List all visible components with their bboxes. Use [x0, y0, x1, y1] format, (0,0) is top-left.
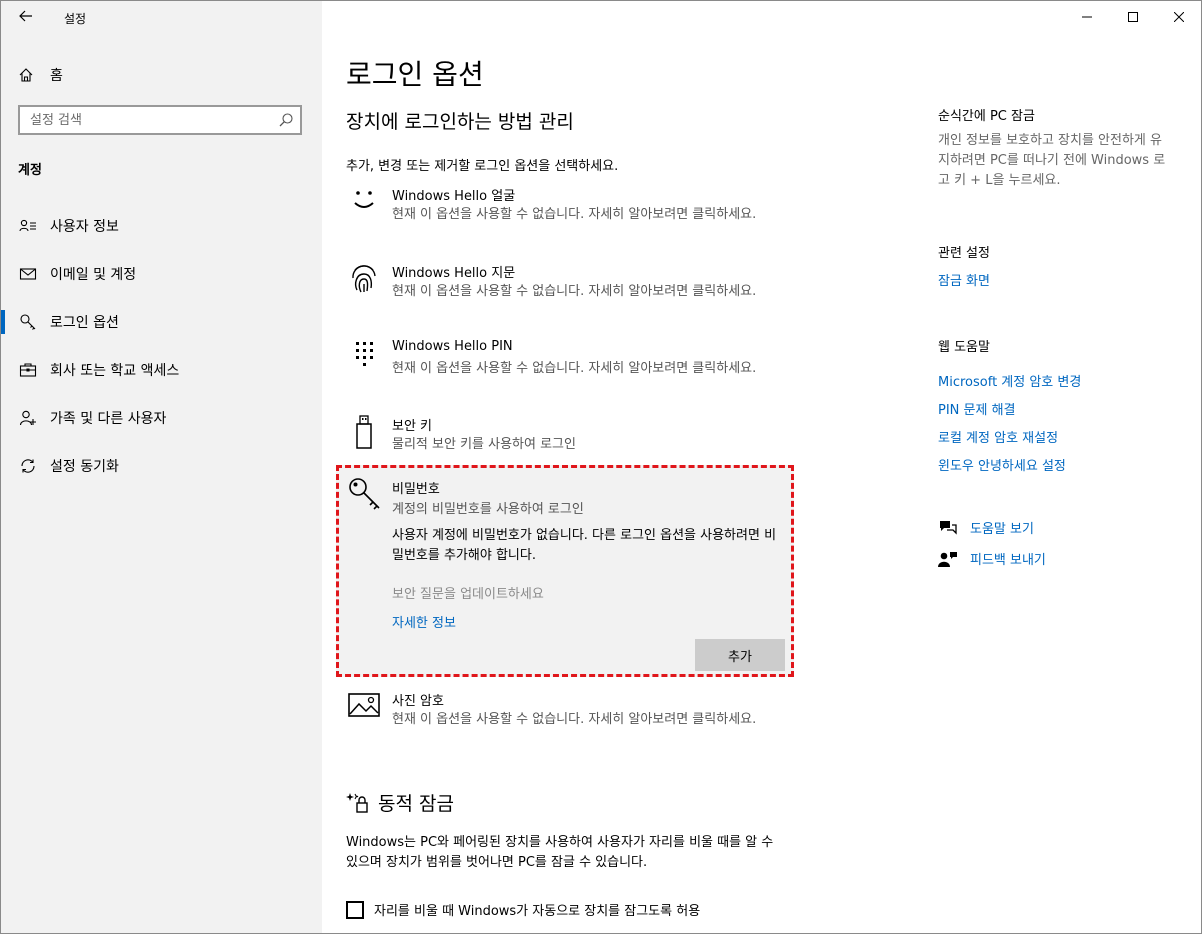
add-user-icon: [19, 409, 37, 427]
add-password-button[interactable]: 추가: [695, 639, 785, 671]
minimize-icon: [1082, 16, 1092, 18]
web-help: 웹 도움말 Microsoft 계정 암호 변경 PIN 문제 해결 로컬 계정…: [938, 336, 1188, 474]
fingerprint-icon: [346, 262, 382, 298]
option-title: 사진 암호: [392, 694, 444, 709]
password-message: 사용자 계정에 비밀번호가 없습니다. 다른 로그인 옵션을 사용하려면 비밀번…: [392, 528, 777, 563]
page-subtitle: 장치에 로그인하는 방법 관리: [346, 111, 574, 133]
sync-icon: [19, 457, 37, 475]
feedback-row[interactable]: 피드백 보내기: [938, 549, 1188, 568]
sidebar-item-email[interactable]: 이메일 및 계정: [1, 250, 322, 298]
lock-tip-title: 순식간에 PC 잠금: [938, 109, 1035, 124]
web-help-link-local-password[interactable]: 로컬 계정 암호 재설정: [938, 427, 1188, 446]
related-settings-title: 관련 설정: [938, 246, 990, 261]
sidebar-item-label: 회사 또는 학교 액세스: [50, 363, 180, 379]
back-arrow-icon: [19, 10, 32, 22]
settings-window: 설정 홈 계정 사용자 정보: [0, 0, 1202, 934]
dynamic-lock-checkbox[interactable]: [346, 900, 364, 919]
sidebar-item-label: 사용자 정보: [50, 219, 119, 235]
web-help-link-pin[interactable]: PIN 문제 해결: [938, 399, 1188, 418]
maximize-button[interactable]: [1110, 1, 1156, 33]
option-password-expanded[interactable]: 비밀번호 계정의 비밀번호를 사용하여 로그인 사용자 계정에 비밀번호가 없습…: [336, 465, 794, 677]
section-title: 계정: [18, 163, 42, 178]
sidebar-item-label: 로그인 옵션: [50, 315, 119, 331]
get-help-row[interactable]: 도움말 보기: [938, 518, 1188, 537]
web-help-link-hello-setup[interactable]: 윈도우 안녕하세요 설정: [938, 455, 1188, 474]
home-icon: [18, 67, 38, 83]
close-button[interactable]: [1156, 1, 1201, 33]
user-info-icon: [19, 217, 37, 235]
option-subtitle: 현재 이 옵션을 사용할 수 없습니다. 자세히 알아보려면 클릭하세요.: [392, 284, 757, 299]
app-title: 설정: [64, 12, 87, 26]
lock-tip: 순식간에 PC 잠금 개인 정보를 보호하고 장치를 안전하게 유지하려면 PC…: [938, 105, 1188, 191]
option-title: Windows Hello 얼굴: [392, 189, 516, 204]
learn-more-link[interactable]: 자세한 정보: [392, 612, 456, 631]
lock-tip-text: 개인 정보를 보호하고 장치를 안전하게 유지하려면 PC를 떠나기 전에 Wi…: [938, 133, 1166, 188]
sidebar-nav: 사용자 정보 이메일 및 계정 로그인 옵션 회사 또는 학교 액세스 가족 및…: [1, 202, 322, 490]
option-subtitle: 현재 이 옵션을 사용할 수 없습니다. 자세히 알아보려면 클릭하세요.: [392, 361, 757, 376]
option-title: Windows Hello 지문: [392, 266, 516, 281]
feedback-link[interactable]: 피드백 보내기: [970, 549, 1046, 568]
back-button[interactable]: [13, 6, 39, 30]
search-box[interactable]: [18, 105, 302, 135]
sidebar: 설정 홈 계정 사용자 정보: [1, 1, 322, 933]
maximize-icon: [1128, 12, 1138, 22]
search-icon[interactable]: [278, 112, 294, 132]
briefcase-icon: [19, 361, 37, 379]
sidebar-item-family[interactable]: 가족 및 다른 사용자: [1, 394, 322, 442]
security-questions-link: 보안 질문을 업데이트하세요: [392, 587, 544, 602]
dynamic-lock-icon: [346, 791, 370, 815]
dynamic-lock-description: Windows는 PC와 페어링된 장치를 사용하여 사용자가 자리를 비울 때…: [346, 835, 774, 870]
dynamic-lock-title-row: 동적 잠금: [346, 789, 454, 816]
dynamic-lock-checkbox-row[interactable]: 자리를 비울 때 Windows가 자동으로 장치를 잠그도록 허용: [346, 900, 700, 919]
home-nav[interactable]: 홈: [18, 65, 63, 85]
sidebar-item-label: 설정 동기화: [50, 459, 119, 475]
sidebar-item-user-info[interactable]: 사용자 정보: [1, 202, 322, 250]
option-title: 비밀번호: [392, 482, 440, 497]
option-subtitle: 현재 이 옵션을 사용할 수 없습니다. 자세히 알아보려면 클릭하세요.: [392, 207, 757, 222]
dynamic-lock-title: 동적 잠금: [378, 793, 454, 815]
minimize-button[interactable]: [1064, 1, 1110, 33]
option-title: Windows Hello PIN: [392, 339, 513, 354]
mail-icon: [19, 265, 37, 283]
help-chat-icon: [938, 519, 960, 537]
get-help-link[interactable]: 도움말 보기: [970, 518, 1034, 537]
option-subtitle: 현재 이 옵션을 사용할 수 없습니다. 자세히 알아보려면 클릭하세요.: [392, 712, 757, 727]
lock-screen-link[interactable]: 잠금 화면: [938, 270, 1188, 289]
usb-key-icon: [346, 415, 382, 451]
option-subtitle: 물리적 보안 키를 사용하여 로그인: [392, 437, 576, 452]
page-description: 추가, 변경 또는 제거할 로그인 옵션을 선택하세요.: [346, 159, 619, 174]
search-input[interactable]: [20, 107, 280, 133]
face-icon: [346, 185, 382, 221]
close-icon: [1174, 12, 1184, 22]
page-title: 로그인 옵션: [346, 58, 484, 91]
pin-keypad-icon: [346, 339, 382, 375]
option-title: 보안 키: [392, 419, 433, 434]
picture-icon: [346, 690, 382, 726]
dynamic-lock-checkbox-label: 자리를 비울 때 Windows가 자동으로 장치를 잠그도록 허용: [374, 904, 701, 919]
related-settings: 관련 설정 잠금 화면: [938, 242, 1188, 289]
sidebar-item-work-school[interactable]: 회사 또는 학교 액세스: [1, 346, 322, 394]
sidebar-item-label: 가족 및 다른 사용자: [50, 411, 167, 427]
key-icon: [19, 313, 37, 331]
feedback-icon: [938, 550, 960, 568]
web-help-link-ms-password[interactable]: Microsoft 계정 암호 변경: [938, 371, 1188, 390]
home-label: 홈: [50, 68, 63, 84]
web-help-title: 웹 도움말: [938, 340, 990, 355]
sidebar-item-sign-in-options[interactable]: 로그인 옵션: [1, 298, 322, 346]
sidebar-item-label: 이메일 및 계정: [50, 267, 137, 283]
option-subtitle: 계정의 비밀번호를 사용하여 로그인: [392, 502, 584, 517]
sidebar-item-sync[interactable]: 설정 동기화: [1, 442, 322, 490]
password-key-icon: [347, 476, 383, 516]
